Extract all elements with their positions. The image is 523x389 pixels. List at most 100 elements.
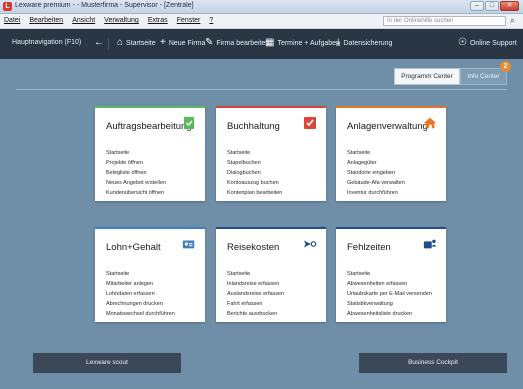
card-link[interactable]: Kundenübersicht öffnen	[106, 188, 166, 198]
menu-fenster[interactable]: Fenster	[177, 17, 201, 24]
online-support-label: Online Support	[469, 39, 517, 47]
menu-verwaltung[interactable]: Verwaltung	[104, 17, 139, 24]
card-link[interactable]: Kontoauszug buchen	[227, 178, 282, 188]
card-title[interactable]: Lohn+Gehalt	[106, 242, 161, 253]
menu-extras[interactable]: Extras	[148, 17, 168, 24]
card-link[interactable]: Inlandsreise erfassen	[227, 279, 284, 289]
card-link-list: Startseite Projekte öffnen Belegliste öf…	[106, 148, 166, 198]
card-link-list: Startseite Stapelbuchen Dialogbuchen Kon…	[227, 148, 282, 198]
collapse-nav-button[interactable]: ←	[94, 37, 107, 48]
card-link[interactable]: Startseite	[106, 148, 166, 158]
menu-datei[interactable]: Datei	[4, 17, 20, 24]
card-link-list: Startseite Inlandsreise erfassen Ausland…	[227, 269, 284, 319]
home-icon: ⌂	[117, 37, 124, 48]
card-accent-bar	[95, 227, 205, 229]
card-link[interactable]: Berichte ausdrucken	[227, 309, 284, 319]
download-icon: ⤓	[336, 37, 341, 48]
card-link[interactable]: Gebäude-Afa verwalten	[347, 178, 405, 188]
building-icon	[423, 116, 437, 130]
card-link[interactable]: Startseite	[347, 148, 405, 158]
app-logo-icon: L	[3, 2, 12, 11]
card-link[interactable]: Startseite	[106, 269, 175, 279]
card-link[interactable]: Projekte öffnen	[106, 158, 166, 168]
main-navigation-button[interactable]: Hauptnavigation (F10)	[12, 39, 81, 46]
termine-aufgaben-button[interactable]: ▦ Termine + Aufgaben	[265, 37, 340, 48]
card-link[interactable]: Kontenplan bearbeiten	[227, 188, 282, 198]
menu-bearbeiten[interactable]: Bearbeiten	[29, 17, 63, 24]
module-card-reisekosten: Reisekosten Startseite Inlandsreise erfa…	[216, 227, 326, 322]
module-card-buchhaltung: Buchhaltung Startseite Stapelbuchen Dial…	[216, 106, 326, 201]
firma-bearbeiten-button[interactable]: ✎ Firma bearbeiten	[205, 37, 270, 48]
card-link[interactable]: Startseite	[227, 148, 282, 158]
card-accent-bar	[336, 106, 446, 108]
card-link[interactable]: Stapelbuchen	[227, 158, 282, 168]
help-search-input[interactable]: In der Onlinehilfe suchen	[383, 16, 506, 26]
card-link[interactable]: Standorte eingeben	[347, 168, 405, 178]
lexware-scout-button[interactable]: Lexware scout	[33, 353, 181, 373]
menu-bar: Datei Bearbeiten Ansicht Verwaltung Extr…	[0, 14, 523, 29]
neue-firma-label: Neue Firma	[168, 39, 206, 47]
card-accent-bar	[336, 227, 446, 229]
tab-info-center[interactable]: Info Center	[460, 68, 507, 85]
window-title: Lexware premium - - Musterfirma - Superv…	[15, 2, 194, 9]
card-link[interactable]: Abrechnungen drucken	[106, 299, 175, 309]
module-card-anlagenverwaltung: Anlagenverwaltung Startseite Anlagegüter…	[336, 106, 446, 201]
lightbulb-icon: ☉	[458, 37, 467, 48]
card-link[interactable]: Inventur durchführen	[347, 188, 405, 198]
card-accent-bar	[216, 227, 326, 229]
datensicherung-label: Datensicherung	[343, 39, 393, 47]
menu-items: Datei Bearbeiten Ansicht Verwaltung Extr…	[4, 17, 222, 24]
online-support-button[interactable]: ☉ Online Support	[458, 37, 517, 48]
card-title[interactable]: Buchhaltung	[227, 121, 280, 132]
card-link-list: Startseite Abwesenheiten erfassen Urlaub…	[347, 269, 432, 319]
menu-help[interactable]: ?	[209, 17, 213, 24]
card-title[interactable]: Reisekosten	[227, 242, 279, 253]
card-link[interactable]: Startseite	[347, 269, 432, 279]
startseite-button[interactable]: ⌂ Startseite	[117, 37, 156, 48]
card-link[interactable]: Lohndaten erfassen	[106, 289, 175, 299]
module-card-lohn-gehalt: Lohn+Gehalt Startseite Mitarbeiter anleg…	[95, 227, 205, 322]
termine-aufgaben-label: Termine + Aufgaben	[277, 39, 340, 47]
card-title[interactable]: Auftragsbearbeitung	[106, 121, 192, 132]
card-link[interactable]: Abwesenheiten erfassen	[347, 279, 432, 289]
card-link[interactable]: Neues Angebot erstellen	[106, 178, 166, 188]
tab-programm-center[interactable]: Programm Center	[394, 68, 460, 85]
main-toolbar: Hauptnavigation (F10) ← ⌂ Startseite + N…	[0, 29, 523, 59]
window-controls: – □ ✕	[469, 1, 519, 12]
maximize-button[interactable]: □	[485, 1, 499, 11]
card-link[interactable]: Belegliste öffnen	[106, 168, 166, 178]
card-accent-bar	[216, 106, 326, 108]
menu-ansicht[interactable]: Ansicht	[72, 17, 95, 24]
card-link[interactable]: Urlaubskarte per E-Mail versenden	[347, 289, 432, 299]
neue-firma-button[interactable]: + Neue Firma	[160, 37, 206, 48]
card-link[interactable]: Mitarbeiter anlegen	[106, 279, 175, 289]
close-button[interactable]: ✕	[500, 1, 519, 11]
firma-bearbeiten-label: Firma bearbeiten	[216, 39, 270, 47]
person-calendar-icon	[423, 237, 437, 251]
module-card-fehlzeiten: Fehlzeiten Startseite Abwesenheiten erfa…	[336, 227, 446, 322]
card-link[interactable]: Dialogbuchen	[227, 168, 282, 178]
pencil-icon: ✎	[205, 37, 214, 48]
card-link[interactable]: Fahrt erfassen	[227, 299, 284, 309]
search-icon[interactable]: ⌕	[510, 15, 515, 26]
card-link[interactable]: Anlagegüter	[347, 158, 405, 168]
toolbar-divider	[108, 38, 109, 50]
card-title[interactable]: Anlagenverwaltung	[347, 121, 428, 132]
card-link[interactable]: Abwesenheitsliste drucken	[347, 309, 432, 319]
calendar-icon: ▦	[265, 37, 275, 48]
document-check-icon	[182, 116, 196, 130]
window-title-bar: L Lexware premium - - Musterfirma - Supe…	[0, 0, 523, 14]
arrow-left-icon: ←	[94, 37, 104, 48]
notification-badge: 2	[500, 61, 511, 72]
divider-line	[16, 89, 507, 90]
card-link[interactable]: Statistikverwaltung	[347, 299, 432, 309]
business-cockpit-button[interactable]: Business Cockpit	[359, 353, 507, 373]
card-link[interactable]: Startseite	[227, 269, 284, 279]
datensicherung-button[interactable]: ⤓ Datensicherung	[336, 37, 393, 48]
card-title[interactable]: Fehlzeiten	[347, 242, 391, 253]
card-link[interactable]: Auslandsreise erfassen	[227, 289, 284, 299]
card-link[interactable]: Monatswechsel durchführen	[106, 309, 175, 319]
minimize-button[interactable]: –	[470, 1, 484, 11]
plus-icon: +	[160, 37, 166, 48]
main-navigation-label: Hauptnavigation (F10)	[12, 39, 82, 46]
